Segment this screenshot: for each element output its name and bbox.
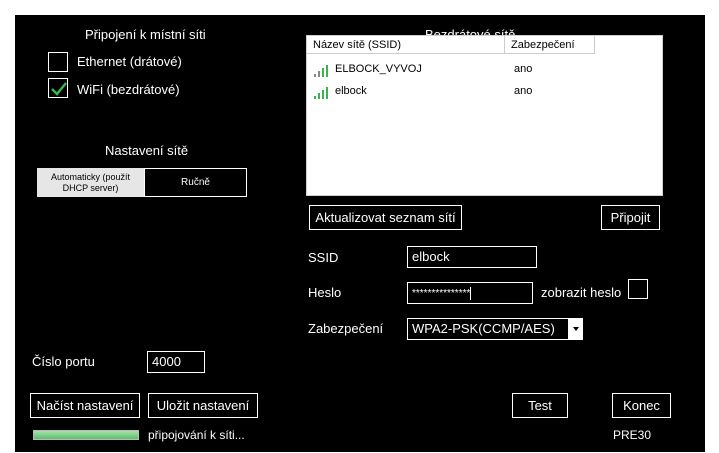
- wifi-signal-icon: [314, 85, 332, 99]
- refresh-networks-button[interactable]: Aktualizovat seznam sítí: [309, 205, 462, 230]
- status-code: PRE30: [613, 428, 652, 442]
- chevron-down-icon: [573, 327, 579, 331]
- ethernet-label: Ethernet (drátové): [77, 54, 182, 69]
- table-row[interactable]: ELBOCK_VYVOJ ano: [307, 58, 662, 80]
- wireless-networks-table[interactable]: Název sítě (SSID) Zabezpečení ELBOCK_VYV…: [306, 35, 663, 196]
- password-label: Heslo: [308, 285, 342, 300]
- security-cell: ano: [514, 85, 533, 97]
- status-text: připojování k síti...: [148, 428, 245, 442]
- wifi-signal-icon: [314, 63, 332, 77]
- checkmark-icon: [51, 82, 67, 96]
- progress-bar: [33, 430, 139, 440]
- test-button[interactable]: Test: [512, 393, 568, 418]
- network-settings-title: Nastavení sítě: [105, 143, 189, 158]
- security-value: WPA2-PSK(CCMP/AES): [412, 321, 555, 336]
- progress-fill: [34, 431, 138, 439]
- load-settings-button[interactable]: Načíst nastavení: [30, 393, 140, 418]
- text-cursor: [470, 287, 472, 300]
- wifi-label: WiFi (bezdrátové): [77, 82, 180, 97]
- ssid-cell: elbock: [335, 85, 367, 97]
- port-label: Číslo portu: [32, 354, 95, 369]
- exit-button[interactable]: Konec: [612, 393, 671, 418]
- connect-button[interactable]: Připojit: [601, 205, 660, 230]
- save-settings-button[interactable]: Uložit nastavení: [148, 393, 258, 418]
- settings-panel: Připojení k místní síti Ethernet (drátov…: [15, 15, 705, 452]
- dropdown-arrow-button[interactable]: [569, 318, 583, 340]
- port-input[interactable]: 4000: [147, 351, 205, 373]
- manual-button[interactable]: Ručně: [144, 168, 247, 197]
- column-header-security[interactable]: Zabezpečení: [505, 36, 595, 54]
- password-value: ***************: [412, 288, 471, 300]
- ssid-cell: ELBOCK_VYVOJ: [335, 63, 422, 75]
- ssid-input[interactable]: elbock: [407, 246, 537, 268]
- show-password-label: zobrazit heslo: [541, 285, 622, 300]
- security-cell: ano: [514, 63, 533, 75]
- auto-dhcp-button[interactable]: Automaticky (použít DHCP server): [37, 168, 144, 197]
- show-password-checkbox[interactable]: [628, 279, 648, 299]
- table-row[interactable]: elbock ano: [307, 80, 662, 102]
- ssid-label: SSID: [308, 250, 339, 265]
- security-select[interactable]: WPA2-PSK(CCMP/AES): [407, 318, 569, 340]
- wifi-checkbox[interactable]: [48, 78, 68, 98]
- password-input[interactable]: ***************: [407, 282, 533, 304]
- security-label: Zabezpečení: [308, 321, 384, 336]
- column-header-ssid[interactable]: Název sítě (SSID): [307, 36, 505, 54]
- ethernet-checkbox[interactable]: [48, 52, 68, 72]
- local-network-title: Připojení k místní síti: [85, 27, 206, 42]
